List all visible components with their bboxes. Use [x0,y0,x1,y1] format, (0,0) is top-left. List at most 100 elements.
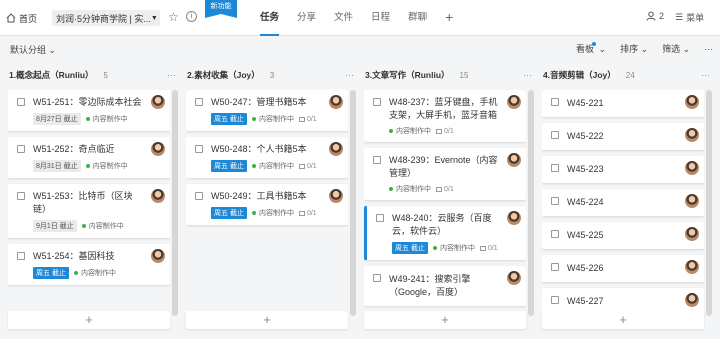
subtask-text: 0/1 [444,127,454,135]
star-icon[interactable]: ☆ [168,10,179,24]
task-card[interactable]: W45-224 [542,189,704,216]
avatar-icon[interactable] [685,194,699,208]
avatar-icon[interactable] [685,260,699,274]
task-card[interactable]: W51-253：比特币（区块链） 9月1日 截止 内容制作中 [8,184,170,238]
task-checkbox[interactable] [376,214,384,222]
column-more-icon[interactable]: ··· [523,70,532,80]
task-checkbox[interactable] [195,192,203,200]
avatar-icon[interactable] [151,189,165,203]
tab-chat[interactable]: 群聊 [408,0,427,36]
task-card[interactable]: W49-241：搜索引擎（Google，百度） [364,266,526,306]
task-card[interactable]: W45-225 [542,222,704,249]
tab-tasks[interactable]: 任务 [260,0,280,36]
task-card[interactable]: W50-248：个人书籍5本 周五 截止 内容制作中 0/1 [186,137,348,178]
filter-button[interactable]: 筛选 ⌄ [662,42,690,55]
scrollbar[interactable] [528,90,534,316]
task-card[interactable]: W48-239：Evernote（内容管理） 内容制作中 0/1 [364,148,526,200]
task-checkbox[interactable] [17,145,25,153]
project-selector[interactable]: 刘润·5分钟商学院 | 实... ▼ [52,10,160,26]
avatar-icon[interactable] [329,142,343,156]
add-card-button[interactable]: + [8,311,170,329]
column-header: 4.音频剪辑（Joy） 24 ··· [542,64,714,86]
column-more-icon[interactable]: ··· [701,70,710,80]
notify-dot [592,42,597,46]
info-icon[interactable]: i [186,11,197,22]
column-more-icon[interactable]: ··· [167,70,176,80]
status-dot [81,224,86,228]
column-title[interactable]: 3.文章写作（Runliu） [365,69,450,81]
task-checkbox[interactable] [195,98,203,106]
sort-button[interactable]: 排序 ⌄ [620,42,648,55]
task-card[interactable]: W45-226 [542,255,704,282]
members-count: 2 [659,11,665,21]
task-card[interactable]: W45-222 [542,123,704,150]
avatar-icon[interactable] [151,142,165,156]
avatar-icon[interactable] [329,95,343,109]
status-dot [389,187,393,191]
task-checkbox[interactable] [17,98,25,106]
avatar-icon[interactable] [507,153,521,167]
avatar-icon[interactable] [151,249,165,263]
column-title[interactable]: 1.概念起点（Runliu） [9,69,94,81]
task-checkbox[interactable] [195,145,203,153]
add-card-button[interactable]: + [364,311,526,329]
task-checkbox[interactable] [551,263,559,271]
task-card[interactable]: W48-237：蓝牙键盘，手机支架，大屏手机，蓝牙音箱 内容制作中 0/1 [364,90,526,142]
subtask-count: 0/1 [479,245,498,252]
home-link[interactable]: 首页 [6,10,37,26]
avatar-icon[interactable] [151,95,165,109]
group-selector[interactable]: 默认分组 ⌄ [10,43,56,56]
avatar-icon[interactable] [685,293,699,307]
column-more-icon[interactable]: ··· [345,70,354,80]
task-checkbox[interactable] [551,131,559,139]
task-checkbox[interactable] [373,156,381,164]
subtask-icon [298,116,305,122]
avatar-icon[interactable] [329,189,343,203]
avatar-icon[interactable] [507,95,521,109]
task-card[interactable]: W45-221 [542,90,704,117]
task-card[interactable]: W51-252：奇点临近 8月31日 截止 内容制作中 [8,137,170,178]
task-card[interactable]: W45-223 [542,156,704,183]
new-feature-badge[interactable]: 新功能 [205,0,237,18]
task-checkbox[interactable] [17,252,25,260]
avatar-icon[interactable] [685,161,699,175]
task-checkbox[interactable] [551,230,559,238]
column-title[interactable]: 2.素材收集（Joy） [187,69,260,81]
task-card[interactable]: W51-254：基因科技 周五 截止 内容制作中 [8,244,170,285]
add-card-button[interactable]: + [542,311,704,329]
task-checkbox[interactable] [373,98,381,106]
avatar-icon[interactable] [507,271,521,285]
tab-schedule[interactable]: 日程 [371,0,390,36]
tab-share[interactable]: 分享 [297,0,316,36]
task-checkbox[interactable] [551,296,559,304]
task-card[interactable]: W51-251：零边际成本社会 8月27日 截止 内容制作中 [8,90,170,131]
card-list: W48-237：蓝牙键盘，手机支架，大屏手机，蓝牙音箱 内容制作中 0/1 W48-2… [364,90,526,316]
task-checkbox[interactable] [551,197,559,205]
members-button[interactable]: 2 [646,11,664,21]
add-tab-icon[interactable]: + [445,0,453,36]
tab-files[interactable]: 文件 [334,0,353,36]
avatar-icon[interactable] [685,227,699,241]
board-view-button[interactable]: 看板 ⌄ [576,42,606,55]
scrollbar[interactable] [706,90,712,316]
scrollbar[interactable] [172,90,178,316]
scrollbar[interactable] [350,90,356,316]
task-card[interactable]: W48-240：云服务（百度云，软件云） 周五 截止 内容制作中 0/1 [364,206,526,260]
status-tag: 内容制作中 [73,268,116,278]
add-card-button[interactable]: + [186,311,348,329]
more-icon[interactable]: ··· [704,44,713,54]
task-checkbox[interactable] [373,274,381,282]
task-checkbox[interactable] [551,164,559,172]
task-checkbox[interactable] [551,98,559,106]
avatar-icon[interactable] [507,211,521,225]
status-tag: 内容制作中 [251,208,294,218]
task-checkbox[interactable] [17,192,25,200]
top-bar: 首页 刘润·5分钟商学院 | 实... ▼ ☆ i 新功能 任务 分享 文件 日… [0,0,720,36]
menu-button[interactable]: ☰ 菜单 [675,11,704,24]
task-card[interactable]: W50-249：工具书籍5本 周五 截止 内容制作中 0/1 [186,184,348,225]
due-badge: 周五 截止 [211,160,247,172]
avatar-icon[interactable] [685,95,699,109]
task-card[interactable]: W50-247：管理书籍5本 周五 截止 内容制作中 0/1 [186,90,348,131]
avatar-icon[interactable] [685,128,699,142]
column-title[interactable]: 4.音频剪辑（Joy） [543,69,616,81]
